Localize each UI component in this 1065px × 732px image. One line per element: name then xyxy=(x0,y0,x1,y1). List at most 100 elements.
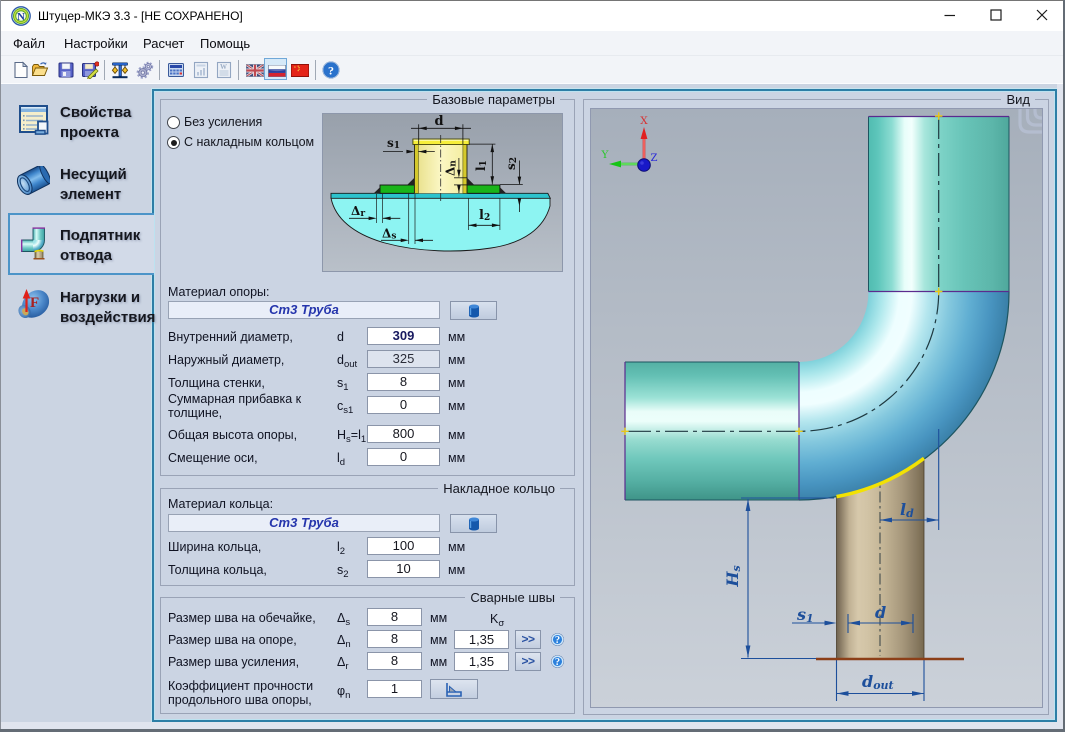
menu-help[interactable]: Помощь xyxy=(200,36,250,51)
radio-with-pad-ring[interactable] xyxy=(167,136,180,149)
sidebar-item-loads[interactable]: F Нагрузки ивоздействия xyxy=(0,284,152,344)
report-chart-icon[interactable] xyxy=(192,61,210,79)
pipe-bend xyxy=(799,292,1009,501)
unit-label: мм xyxy=(430,611,447,625)
input-weld-strength-coef[interactable]: 1 xyxy=(367,680,422,698)
material-ring-label: Материал кольца: xyxy=(168,497,273,511)
svg-text:F: F xyxy=(30,295,39,311)
ksigma-header: Kσ xyxy=(490,612,504,629)
material-ring-field[interactable]: Ст3 Труба xyxy=(168,514,440,532)
window-border xyxy=(0,0,1,732)
unit-label: мм xyxy=(448,428,465,442)
material-ring-db-button[interactable] xyxy=(450,514,497,533)
input-ksigma-reinforce[interactable]: 1,35 xyxy=(454,652,509,671)
help-icon[interactable]: ? xyxy=(322,61,340,79)
maximize-button[interactable] xyxy=(990,9,1002,21)
calculate-icon[interactable] xyxy=(167,61,185,79)
sidebar-item-elbow-support[interactable]: Подпятникотвода xyxy=(0,213,152,275)
row-label: Коэффициент прочностипродольного шва опо… xyxy=(168,679,313,707)
row-label: Внутренний диаметр, xyxy=(168,330,293,344)
row-symbol: φn xyxy=(337,684,350,701)
row-symbol: dout xyxy=(337,353,357,370)
new-document-icon[interactable] xyxy=(12,61,30,79)
ksigma-pick-button[interactable]: >> xyxy=(515,630,541,649)
open-folder-icon[interactable] xyxy=(31,61,49,79)
material-support-label: Материал опоры: xyxy=(168,285,270,299)
svg-text:N: N xyxy=(17,11,25,23)
close-button[interactable] xyxy=(1036,9,1048,21)
window-title: Штуцер-МКЭ 3.3 - [НЕ СОХРАНЕНО] xyxy=(38,9,243,23)
menu-calc[interactable]: Расчет xyxy=(143,36,184,51)
input-ksigma-support[interactable]: 1,35 xyxy=(454,630,509,649)
axes-triad: X Y Z xyxy=(601,115,658,171)
weld-seam-button[interactable] xyxy=(430,679,478,699)
help-icon[interactable]: ? xyxy=(551,655,564,668)
settings-gears-icon[interactable] xyxy=(136,61,154,79)
minimize-button[interactable] xyxy=(944,10,956,22)
save-as-icon[interactable] xyxy=(81,61,99,79)
row-label: Размер шва усиления, xyxy=(168,655,299,669)
row-symbol: Hs=l1 xyxy=(337,428,366,445)
row-label: Общая высота опоры, xyxy=(168,428,297,442)
sidebar-item-project-properties[interactable]: Свойствапроекта xyxy=(0,100,152,160)
lang-russian-flag-icon[interactable] xyxy=(268,65,286,77)
svg-text:?: ? xyxy=(555,635,560,646)
units-balance-icon[interactable] xyxy=(111,61,129,79)
input-wall-thickness[interactable]: 8 xyxy=(367,373,440,391)
toolbar: W ? xyxy=(1,55,1063,84)
sidebar-item-label: Подпятникотвода xyxy=(60,226,140,265)
row-label: Смещение оси, xyxy=(168,451,258,465)
input-support-height[interactable]: 800 xyxy=(367,425,440,443)
watermark-logo xyxy=(1020,109,1042,132)
help-icon[interactable]: ? xyxy=(551,633,564,646)
nozzle-diagram: d s1 Δn l1 s2 Δr Δs l2 xyxy=(322,113,563,272)
svg-text:Y: Y xyxy=(601,149,610,161)
lang-english-flag-icon[interactable] xyxy=(246,64,264,77)
group-legend: Сварные швы xyxy=(465,590,560,605)
material-support-db-button[interactable] xyxy=(450,301,497,320)
window-margin xyxy=(1,722,1063,729)
view-3d-canvas[interactable]: ld Hs s1 d dout X Y Z xyxy=(590,108,1043,708)
row-symbol: Δn xyxy=(337,633,351,650)
svg-text:W: W xyxy=(220,63,227,71)
lang-chinese-flag-icon[interactable] xyxy=(291,64,309,77)
toolbar-separator xyxy=(238,60,239,80)
group-legend: Накладное кольцо xyxy=(438,481,560,496)
sidebar-item-label: Несущийэлемент xyxy=(60,165,127,204)
material-support-field[interactable]: Ст3 Труба xyxy=(168,301,440,319)
elbow-support-icon xyxy=(20,226,46,260)
save-icon[interactable] xyxy=(57,61,75,79)
input-ring-thickness[interactable]: 10 xyxy=(367,560,440,578)
radio-label[interactable]: Без усиления xyxy=(184,115,262,129)
input-axis-offset[interactable]: 0 xyxy=(367,448,440,466)
unit-label: мм xyxy=(448,376,465,390)
radio-label[interactable]: С накладным кольцом xyxy=(184,135,314,149)
row-symbol: Δs xyxy=(337,611,350,628)
svg-text:d: d xyxy=(875,603,886,622)
input-ring-width[interactable]: 100 xyxy=(367,537,440,555)
svg-text:?: ? xyxy=(328,64,334,78)
menu-settings[interactable]: Настройки xyxy=(64,36,128,51)
svg-text:dout: dout xyxy=(862,672,894,692)
svg-text:?: ? xyxy=(555,657,560,668)
row-label: Суммарная прибавка ктолщине, xyxy=(168,392,301,420)
report-document-icon[interactable]: W xyxy=(215,61,233,79)
ksigma-pick-button[interactable]: >> xyxy=(515,652,541,671)
row-symbol: cs1 xyxy=(337,399,353,416)
material-db-icon xyxy=(468,517,480,531)
row-label: Наружный диаметр, xyxy=(168,353,284,367)
input-weld-support[interactable]: 8 xyxy=(367,630,422,648)
input-thickness-allowance[interactable]: 0 xyxy=(367,396,440,414)
input-weld-reinforce[interactable]: 8 xyxy=(367,652,422,670)
menu-file[interactable]: Файл xyxy=(13,36,45,51)
toolbar-separator xyxy=(315,60,316,80)
svg-text:Z: Z xyxy=(651,153,658,164)
radio-no-reinforcement[interactable] xyxy=(167,116,180,129)
row-symbol: ld xyxy=(337,451,345,468)
input-weld-shell[interactable]: 8 xyxy=(367,608,422,626)
row-symbol: s1 xyxy=(337,376,349,393)
app-logo-icon: N xyxy=(11,6,31,26)
sidebar-item-label: Нагрузки ивоздействия xyxy=(60,288,155,327)
row-label: Размер шва на обечайке, xyxy=(168,611,316,625)
input-inner-diameter[interactable]: 309 xyxy=(367,327,440,345)
